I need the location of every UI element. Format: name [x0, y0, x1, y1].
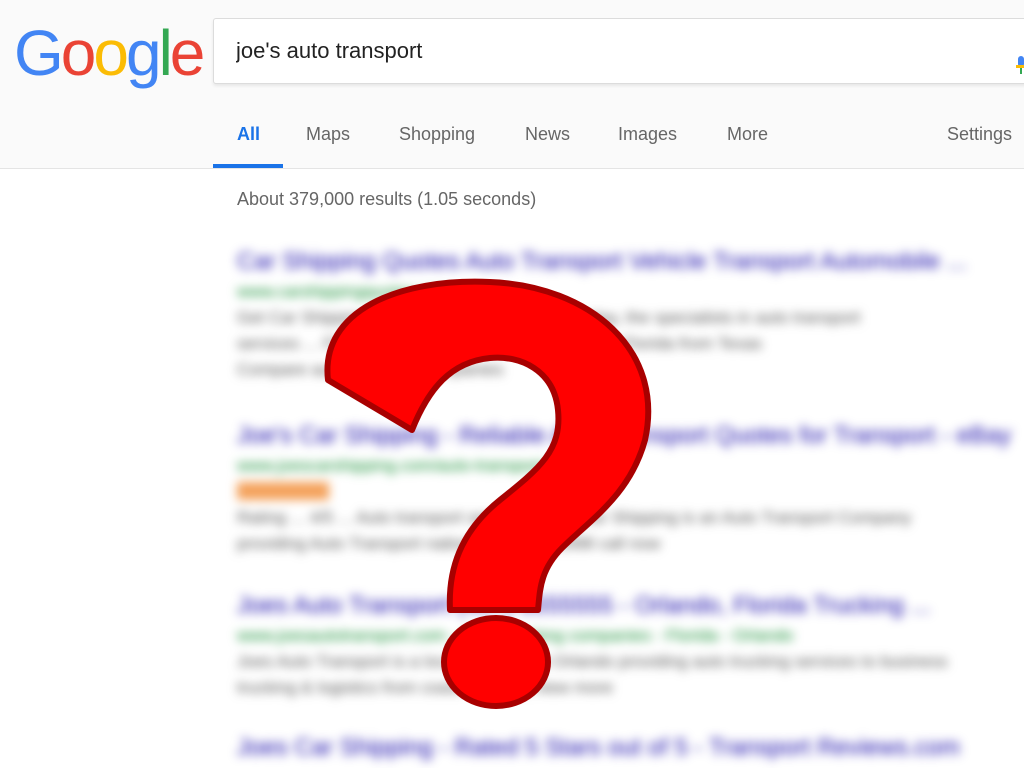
logo-letter: e	[169, 17, 206, 89]
tab-settings[interactable]: Settings	[947, 124, 1012, 145]
logo-letter: G	[14, 17, 64, 89]
logo-letter: g	[125, 17, 162, 89]
logo-letter: l	[158, 17, 173, 89]
tab-more[interactable]: More	[727, 124, 768, 145]
logo-letter: o	[60, 17, 97, 89]
result-title[interactable]: Joes Car Shipping - Rated 5 Stars out of…	[237, 734, 960, 762]
search-header: Google All Maps Shopping News Images Mor…	[0, 0, 1024, 169]
search-tabs: All Maps Shopping News Images More Setti…	[213, 110, 1024, 168]
logo-letter: o	[93, 17, 129, 89]
question-mark-icon	[324, 278, 652, 709]
tab-news[interactable]: News	[525, 124, 570, 145]
google-logo[interactable]: Google	[14, 17, 206, 89]
search-box[interactable]	[213, 18, 1024, 84]
result-stats: About 379,000 results (1.05 seconds)	[237, 189, 537, 209]
microphone-icon[interactable]	[1016, 56, 1024, 74]
tab-maps[interactable]: Maps	[306, 124, 350, 145]
active-tab-indicator	[213, 164, 283, 168]
search-input[interactable]	[236, 19, 996, 83]
tab-all[interactable]: All	[237, 124, 260, 145]
tab-shopping[interactable]: Shopping	[399, 124, 475, 145]
tab-images[interactable]: Images	[618, 124, 677, 145]
